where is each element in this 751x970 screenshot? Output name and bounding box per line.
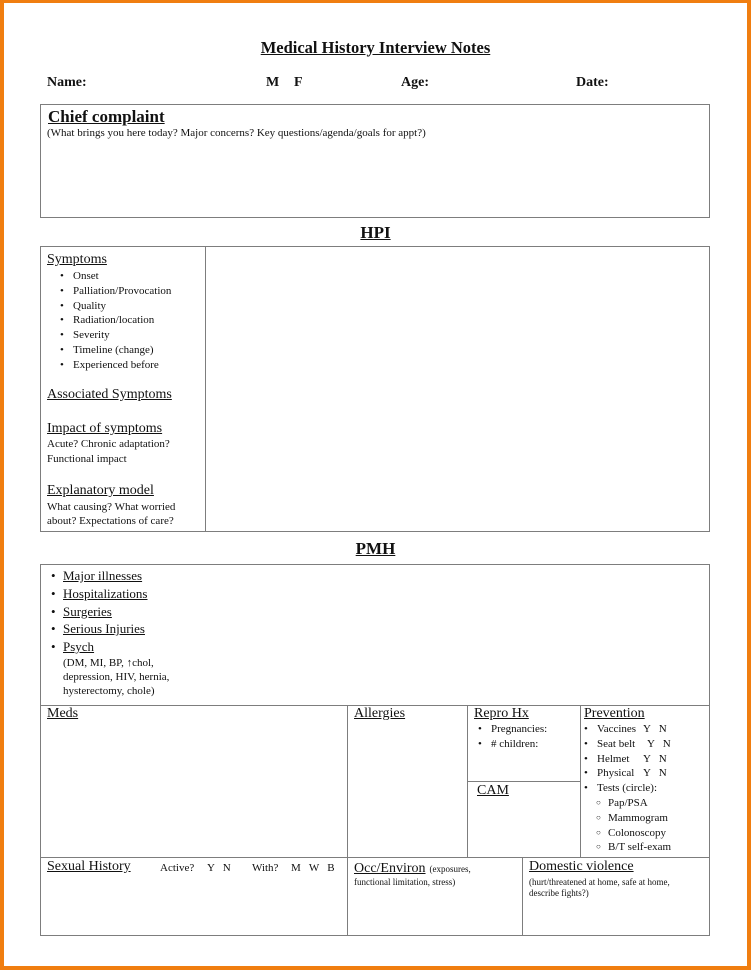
hpi-column-divider (205, 247, 206, 531)
pmh-examples-line: depression, HIV, hernia, (63, 671, 170, 683)
date-label: Date: (576, 75, 609, 90)
name-label: Name: (47, 75, 87, 90)
symptom-item: Palliation/Provocation (47, 284, 207, 299)
occ-environ-note-line: functional limitation, stress) (354, 877, 456, 887)
prevention-label: Helmet (597, 752, 630, 765)
yes-no-options[interactable]: Y N (643, 722, 667, 737)
prevention-label: Vaccines (597, 723, 637, 735)
symptom-item: Severity (47, 328, 207, 343)
domestic-violence-note: describe fights?) (529, 888, 589, 898)
pmh-item-serious-injuries: Serious Injuries (41, 620, 341, 638)
chief-complaint-prompt: (What brings you here today? Major conce… (47, 127, 426, 139)
domestic-violence-field[interactable] (524, 901, 708, 935)
sex-option-m[interactable]: M (266, 75, 279, 91)
date-field[interactable] (615, 72, 710, 90)
pmh-item-psych: Psych (41, 638, 341, 656)
repro-item-children[interactable]: # children: (465, 737, 580, 752)
test-option-mammogram[interactable]: Mammogram (590, 811, 708, 826)
symptoms-list: Onset Palliation/Provocation Quality Rad… (47, 269, 207, 373)
prevention-item-vaccines: Vaccines Y N (571, 722, 709, 737)
hpi-heading: HPI (360, 223, 391, 242)
prevention-item-seat-belt: Seat belt Y N (571, 737, 709, 752)
pmh-box: Major illnesses Hospitalizations Surgeri… (40, 564, 710, 936)
explanatory-line: about? Expectations of care? (47, 515, 174, 527)
pmh-heading: PMH (355, 539, 396, 558)
sexual-history-field[interactable] (42, 877, 346, 935)
with-label: With? (252, 862, 279, 874)
impact-line: Functional impact (47, 453, 127, 465)
repro-hx-heading: Repro Hx (474, 706, 529, 721)
meds-field[interactable] (42, 723, 346, 856)
symptom-item: Radiation/location (47, 313, 207, 328)
active-label: Active? (160, 862, 195, 874)
occ-environ-header: Occ/Environ (exposures, (354, 859, 471, 877)
age-label: Age: (401, 75, 429, 90)
prevention-item-physical: Physical Y N (571, 766, 709, 781)
impact-line: Acute? Chronic adaptation? (47, 438, 170, 450)
meds-allergies-divider (347, 705, 348, 857)
hpi-box: Symptoms Onset Palliation/Provocation Qu… (40, 246, 710, 532)
impact-heading: Impact of symptoms (47, 421, 163, 436)
symptom-item: Onset (47, 269, 207, 284)
prevention-label: Physical (597, 767, 635, 780)
age-field[interactable] (436, 72, 566, 90)
pmh-item-major-illnesses: Major illnesses (41, 567, 341, 585)
symptom-item: Experienced before (47, 358, 207, 373)
yes-no-options[interactable]: Y N (643, 766, 667, 781)
pmh-list: Major illnesses Hospitalizations Surgeri… (41, 567, 341, 656)
cam-field[interactable] (469, 801, 579, 856)
document-title: Medical History Interview Notes (260, 38, 491, 57)
yes-no-options[interactable]: Y N (643, 752, 667, 767)
pmh-item-surgeries: Surgeries (41, 603, 341, 621)
occ-environ-heading: Occ/Environ (354, 861, 426, 876)
symptoms-heading: Symptoms (47, 252, 107, 267)
occ-environ-field[interactable] (349, 890, 521, 935)
prevention-item-tests: Tests (circle): (571, 781, 709, 796)
meds-heading: Meds (47, 706, 79, 721)
test-option-bt-self-exam[interactable]: B/T self-exam (590, 840, 708, 855)
hpi-notes-area[interactable] (207, 247, 709, 531)
active-options[interactable]: Y N (207, 861, 231, 875)
prevention-item-helmet: Helmet Y N (571, 752, 709, 767)
allergies-field[interactable] (349, 723, 466, 856)
explanatory-line: What causing? What worried (47, 501, 176, 513)
repro-item-pregnancies[interactable]: Pregnancies: (465, 722, 580, 737)
chief-complaint-box[interactable]: Chief complaint (What brings you here to… (40, 104, 710, 218)
sexual-occ-divider (347, 857, 348, 935)
pmh-examples-line: hysterectomy, chole) (63, 685, 155, 697)
repro-cam-divider (467, 781, 580, 782)
with-options[interactable]: M W B (291, 861, 335, 875)
prevention-heading: Prevention (584, 706, 645, 721)
test-option-colonoscopy[interactable]: Colonoscopy (590, 826, 708, 841)
repro-list: Pregnancies: # children: (465, 722, 580, 752)
symptom-item: Quality (47, 299, 207, 314)
yes-no-options[interactable]: Y N (647, 737, 671, 752)
associated-symptoms-heading: Associated Symptoms (47, 387, 172, 402)
symptom-item: Timeline (change) (47, 343, 207, 358)
occ-environ-note: (exposures, (429, 864, 471, 874)
chief-complaint-heading: Chief complaint (48, 107, 165, 126)
pmh-item-hospitalizations: Hospitalizations (41, 585, 341, 603)
bottom-row-divider (41, 857, 709, 858)
pmh-examples-line: (DM, MI, BP, ↑chol, (63, 657, 154, 669)
name-field[interactable] (95, 72, 255, 90)
occ-dv-divider (522, 857, 523, 935)
tests-list: Pap/PSA Mammogram Colonoscopy B/T self-e… (590, 796, 708, 855)
sex-option-f[interactable]: F (294, 75, 303, 91)
sexual-history-heading: Sexual History (47, 859, 131, 874)
test-option-pap-psa[interactable]: Pap/PSA (590, 796, 708, 811)
prevention-list: Vaccines Y N Seat belt Y N Helmet Y N Physi… (571, 722, 709, 796)
domestic-violence-heading: Domestic violence (529, 859, 634, 874)
explanatory-model-heading: Explanatory model (47, 483, 154, 498)
cam-heading: CAM (477, 783, 509, 798)
prevention-label: Seat belt (597, 737, 636, 750)
allergies-heading: Allergies (354, 706, 406, 721)
